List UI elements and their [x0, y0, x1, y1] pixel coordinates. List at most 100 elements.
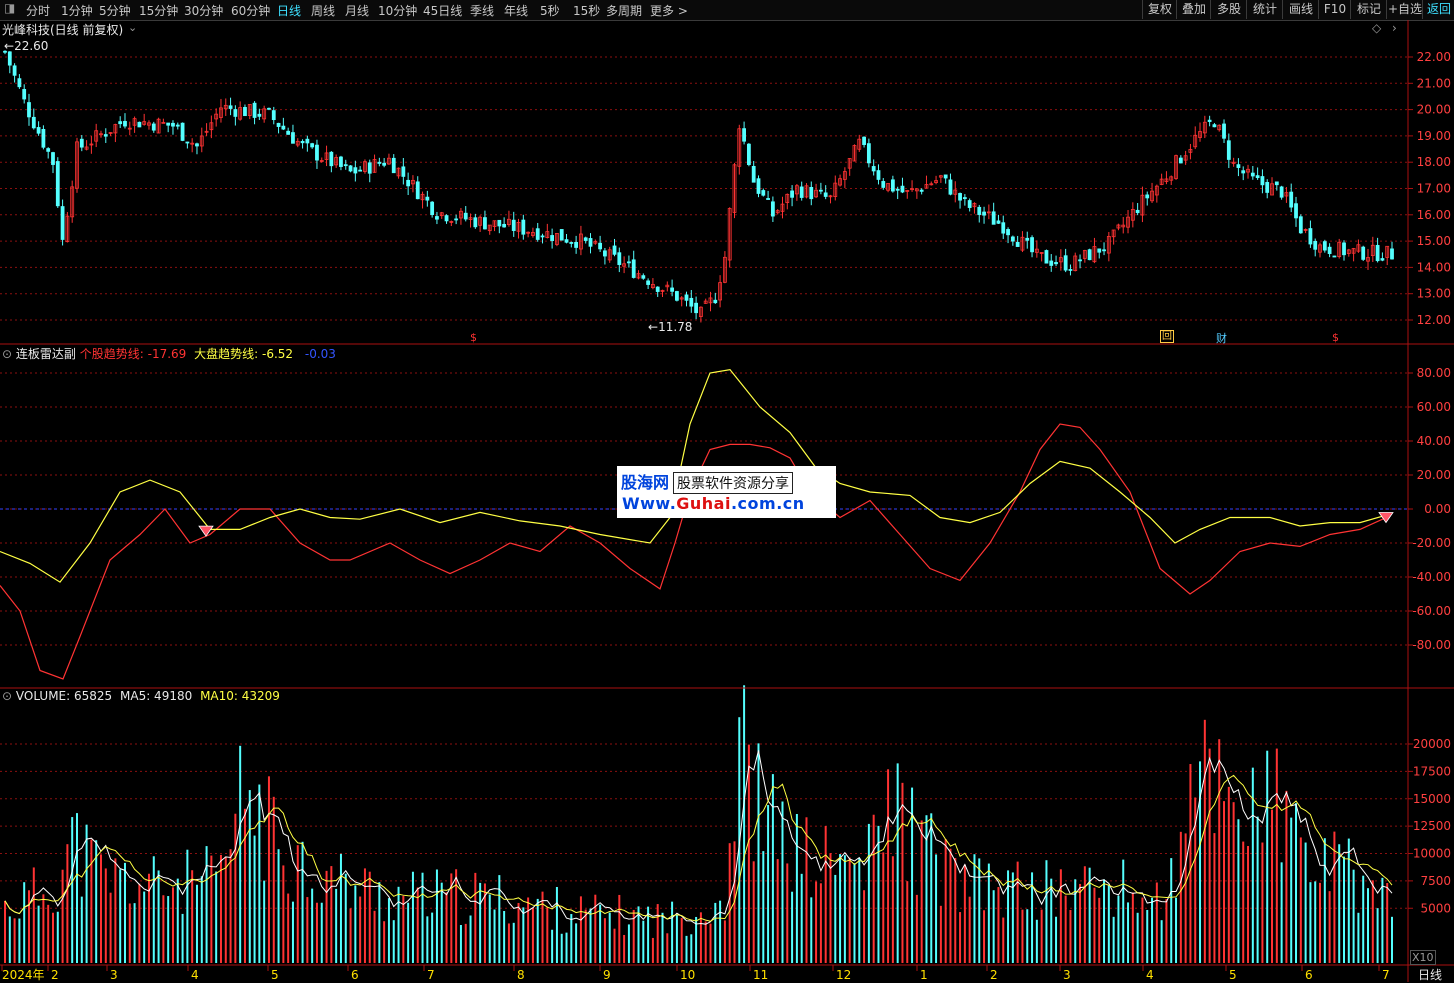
volume-bar: [1079, 883, 1082, 963]
price-tick-label: 13.00: [1417, 287, 1451, 301]
volume-bar: [138, 883, 141, 963]
candle-body: [300, 140, 305, 144]
candle-body: [31, 116, 36, 129]
candle-body: [377, 161, 382, 164]
volume-bar: [618, 894, 621, 963]
volume-bar: [1122, 859, 1125, 963]
volume-bar: [1319, 882, 1322, 963]
volume-bar: [349, 908, 352, 963]
event-mark-buyback[interactable]: 回: [1160, 330, 1174, 343]
volume-bar: [1391, 916, 1393, 963]
indicator-tick-label: 40.00: [1417, 434, 1451, 448]
candle-body: [713, 299, 718, 304]
volume-bar: [176, 878, 179, 963]
volume-bar: [824, 826, 827, 963]
volume-bar: [378, 882, 381, 963]
candle-body: [473, 217, 478, 228]
indicator-tick-label: 20.00: [1417, 468, 1451, 482]
price-tick-label: 19.00: [1417, 129, 1451, 143]
volume-bar: [1136, 912, 1139, 963]
volume-bar: [671, 901, 674, 963]
candle-body: [358, 169, 363, 172]
candle-body: [895, 188, 900, 191]
volume-bar: [1093, 887, 1096, 963]
candle-body: [60, 206, 65, 240]
volume-bar: [1357, 912, 1360, 963]
candle-body: [1361, 246, 1366, 260]
candle-body: [233, 109, 238, 117]
volume-bar: [651, 937, 654, 963]
volume-bar: [709, 923, 712, 963]
volume-bar: [959, 912, 962, 963]
date-tick-label: 9: [603, 968, 611, 982]
date-tick-label: 5: [271, 968, 279, 982]
volume-bar: [1160, 920, 1163, 963]
candle-body: [996, 220, 1001, 224]
volume-bar: [968, 896, 971, 963]
volume-bar: [983, 910, 986, 963]
volume-bar: [1189, 764, 1192, 963]
candle-body: [689, 297, 694, 307]
indicator-tick-label: -60.00: [1412, 604, 1451, 618]
candle-body: [1241, 170, 1246, 174]
volume-bar: [210, 855, 213, 963]
volume-bar: [479, 882, 482, 963]
volume-bar: [162, 895, 165, 963]
volume-bar: [1242, 841, 1245, 963]
volume-bar: [656, 904, 659, 963]
candle-body: [655, 286, 660, 292]
volume-bar: [1323, 838, 1326, 963]
volume-tick-label: 17500: [1413, 764, 1451, 778]
volume-bar: [8, 916, 11, 963]
volume-bar: [186, 849, 189, 963]
indicator-tick-label: 0.00: [1424, 502, 1451, 516]
candle-body: [1236, 164, 1241, 168]
candle-body: [574, 241, 579, 248]
volume-bar: [1232, 802, 1235, 963]
candle-body: [46, 148, 51, 152]
volume-bar: [906, 881, 909, 963]
volume-bar: [51, 912, 54, 963]
volume-bar: [613, 928, 616, 963]
volume-bar: [810, 897, 813, 963]
volume-bar: [311, 888, 314, 963]
volume-unit: X10: [1410, 950, 1436, 965]
price-tick-label: 17.00: [1417, 182, 1451, 196]
period-label[interactable]: 日线: [1418, 966, 1442, 983]
event-mark-dividend[interactable]: $: [470, 331, 477, 344]
volume-bar: [522, 907, 525, 963]
event-mark-dividend[interactable]: $: [1332, 331, 1339, 344]
volume-bar: [1103, 879, 1106, 963]
volume-bar: [272, 796, 275, 963]
candle-body: [1279, 186, 1284, 198]
candle-body: [746, 143, 751, 165]
volume-bar: [71, 817, 74, 963]
volume-bar: [243, 808, 246, 963]
volume-bar: [383, 921, 386, 963]
candle-body: [103, 134, 108, 137]
candle-body: [569, 242, 574, 244]
volume-bar: [517, 902, 520, 963]
volume-bar: [1304, 842, 1307, 963]
volume-bar: [791, 891, 794, 963]
volume-bar: [834, 874, 837, 963]
signal-diamond-icon: [1378, 512, 1394, 524]
indicator-tick-label: 80.00: [1417, 366, 1451, 380]
candle-body: [79, 138, 84, 148]
volume-bar: [1035, 919, 1038, 963]
volume-bar: [891, 856, 894, 963]
volume-bar: [1338, 844, 1341, 963]
volume-bar: [277, 849, 280, 963]
candle-body: [502, 223, 507, 228]
volume-bar: [565, 932, 568, 963]
signal-diamond-icon: [198, 525, 214, 537]
volume-bar: [325, 870, 328, 963]
date-tick-label: 3: [1063, 968, 1071, 982]
volume-bar: [435, 869, 438, 963]
volume-bar: [373, 910, 376, 963]
volume-bar: [935, 854, 938, 963]
candle-body: [1332, 255, 1337, 258]
event-mark-finance[interactable]: 财: [1216, 330, 1227, 346]
volume-bar: [781, 801, 784, 963]
volume-bar: [527, 897, 530, 963]
